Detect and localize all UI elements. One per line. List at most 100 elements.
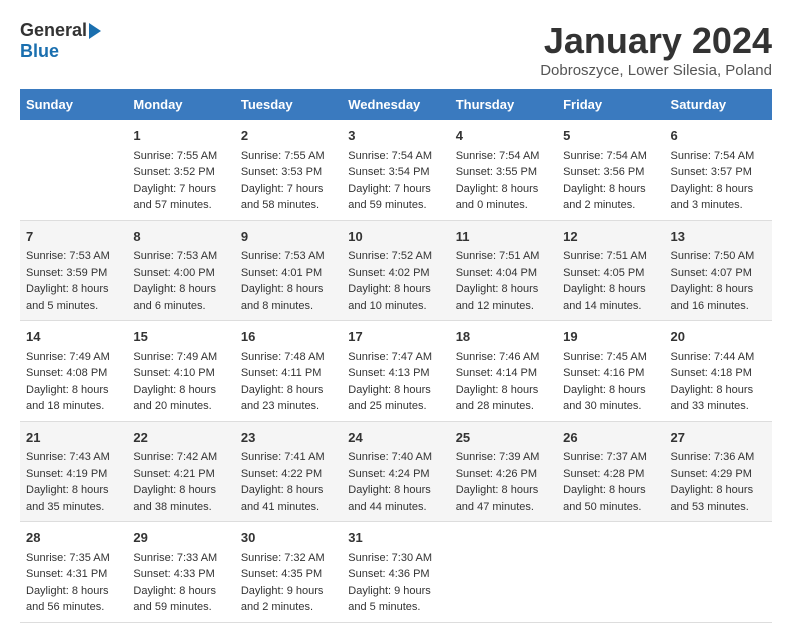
cell-info: Sunset: 4:16 PM <box>563 365 658 382</box>
cell-info: Daylight: 8 hours <box>456 482 551 499</box>
cell-info: Sunset: 4:24 PM <box>348 466 443 483</box>
cell-info: Daylight: 8 hours <box>671 181 766 198</box>
day-number: 10 <box>348 227 443 247</box>
cell-info: and 23 minutes. <box>241 398 336 415</box>
cell-info: Sunrise: 7:39 AM <box>456 449 551 466</box>
calendar-cell: 3Sunrise: 7:54 AMSunset: 3:54 PMDaylight… <box>342 120 449 220</box>
day-number: 18 <box>456 327 551 347</box>
cell-info: and 56 minutes. <box>26 599 121 616</box>
cell-info: Daylight: 8 hours <box>456 382 551 399</box>
cell-info: Sunrise: 7:36 AM <box>671 449 766 466</box>
cell-info: and 8 minutes. <box>241 298 336 315</box>
day-number: 30 <box>241 528 336 548</box>
day-number: 20 <box>671 327 766 347</box>
cell-info: Daylight: 8 hours <box>241 281 336 298</box>
calendar-cell: 2Sunrise: 7:55 AMSunset: 3:53 PMDaylight… <box>235 120 342 220</box>
day-number: 7 <box>26 227 121 247</box>
week-row-3: 14Sunrise: 7:49 AMSunset: 4:08 PMDayligh… <box>20 321 772 422</box>
cell-info: Daylight: 7 hours <box>133 181 228 198</box>
cell-info: Daylight: 8 hours <box>456 281 551 298</box>
cell-info: Sunrise: 7:54 AM <box>348 148 443 165</box>
header-friday: Friday <box>557 89 664 120</box>
header-tuesday: Tuesday <box>235 89 342 120</box>
logo-blue: Blue <box>20 41 59 62</box>
cell-info: Sunset: 3:52 PM <box>133 164 228 181</box>
calendar-cell: 1Sunrise: 7:55 AMSunset: 3:52 PMDaylight… <box>127 120 234 220</box>
week-row-5: 28Sunrise: 7:35 AMSunset: 4:31 PMDayligh… <box>20 522 772 623</box>
cell-info: and 44 minutes. <box>348 499 443 516</box>
day-number: 9 <box>241 227 336 247</box>
cell-info: Sunrise: 7:30 AM <box>348 550 443 567</box>
day-number: 16 <box>241 327 336 347</box>
day-number: 31 <box>348 528 443 548</box>
cell-info: Sunset: 4:19 PM <box>26 466 121 483</box>
cell-info: Sunset: 3:55 PM <box>456 164 551 181</box>
cell-info: Sunset: 4:10 PM <box>133 365 228 382</box>
page-header: General Blue January 2024 Dobroszyce, Lo… <box>20 20 772 79</box>
cell-info: Daylight: 8 hours <box>348 382 443 399</box>
day-number: 28 <box>26 528 121 548</box>
header-sunday: Sunday <box>20 89 127 120</box>
cell-info: Sunrise: 7:54 AM <box>456 148 551 165</box>
cell-info: and 5 minutes. <box>26 298 121 315</box>
cell-info: and 57 minutes. <box>133 197 228 214</box>
cell-info: and 58 minutes. <box>241 197 336 214</box>
calendar-cell: 24Sunrise: 7:40 AMSunset: 4:24 PMDayligh… <box>342 421 449 522</box>
day-number: 3 <box>348 126 443 146</box>
calendar-cell: 17Sunrise: 7:47 AMSunset: 4:13 PMDayligh… <box>342 321 449 422</box>
day-number: 14 <box>26 327 121 347</box>
cell-info: Daylight: 8 hours <box>456 181 551 198</box>
calendar-cell: 21Sunrise: 7:43 AMSunset: 4:19 PMDayligh… <box>20 421 127 522</box>
cell-info: Sunrise: 7:53 AM <box>133 248 228 265</box>
cell-info: Daylight: 8 hours <box>241 482 336 499</box>
cell-info: and 2 minutes. <box>563 197 658 214</box>
cell-info: and 35 minutes. <box>26 499 121 516</box>
cell-info: Sunset: 4:05 PM <box>563 265 658 282</box>
header-thursday: Thursday <box>450 89 557 120</box>
cell-info: Sunrise: 7:55 AM <box>133 148 228 165</box>
cell-info: Sunrise: 7:44 AM <box>671 349 766 366</box>
cell-info: and 18 minutes. <box>26 398 121 415</box>
calendar-cell: 31 Sunrise: 7:30 AMSunset: 4:36 PMDayligh… <box>342 522 449 623</box>
day-number: 23 <box>241 428 336 448</box>
cell-info: Sunset: 4:01 PM <box>241 265 336 282</box>
cell-info: Sunset: 4:07 PM <box>671 265 766 282</box>
cell-info: Daylight: 8 hours <box>133 482 228 499</box>
calendar-cell: 10Sunrise: 7:52 AMSunset: 4:02 PMDayligh… <box>342 220 449 321</box>
logo-arrow-icon <box>89 23 101 39</box>
cell-info: Sunset: 4:36 PM <box>348 566 443 583</box>
cell-info: Sunset: 3:59 PM <box>26 265 121 282</box>
cell-info: Sunrise: 7:54 AM <box>563 148 658 165</box>
cell-info: Sunset: 3:57 PM <box>671 164 766 181</box>
day-number: 5 <box>563 126 658 146</box>
calendar-cell: 14Sunrise: 7:49 AMSunset: 4:08 PMDayligh… <box>20 321 127 422</box>
cell-info: Sunrise: 7:55 AM <box>241 148 336 165</box>
cell-info: Daylight: 7 hours <box>241 181 336 198</box>
cell-info: Sunset: 4:22 PM <box>241 466 336 483</box>
cell-info: and 16 minutes. <box>671 298 766 315</box>
cell-info: Sunrise: 7:32 AM <box>241 550 336 567</box>
cell-info: and 33 minutes. <box>671 398 766 415</box>
day-number: 8 <box>133 227 228 247</box>
cell-info: Daylight: 9 hours <box>348 583 443 600</box>
location: Dobroszyce, Lower Silesia, Poland <box>540 62 772 79</box>
cell-info: Sunrise: 7:53 AM <box>241 248 336 265</box>
cell-info: and 28 minutes. <box>456 398 551 415</box>
calendar-cell: 25Sunrise: 7:39 AMSunset: 4:26 PMDayligh… <box>450 421 557 522</box>
calendar-cell: 26Sunrise: 7:37 AMSunset: 4:28 PMDayligh… <box>557 421 664 522</box>
cell-info: Sunrise: 7:35 AM <box>26 550 121 567</box>
cell-info: Sunset: 4:14 PM <box>456 365 551 382</box>
calendar-cell: 30Sunrise: 7:32 AMSunset: 4:35 PMDayligh… <box>235 522 342 623</box>
cell-info: and 25 minutes. <box>348 398 443 415</box>
calendar-cell: 19Sunrise: 7:45 AMSunset: 4:16 PMDayligh… <box>557 321 664 422</box>
day-number: 21 <box>26 428 121 448</box>
cell-info: Sunset: 3:56 PM <box>563 164 658 181</box>
cell-info: Sunset: 4:21 PM <box>133 466 228 483</box>
cell-info: Sunrise: 7:54 AM <box>671 148 766 165</box>
cell-info: and 0 minutes. <box>456 197 551 214</box>
calendar-cell: 5Sunrise: 7:54 AMSunset: 3:56 PMDaylight… <box>557 120 664 220</box>
calendar-cell: 7Sunrise: 7:53 AMSunset: 3:59 PMDaylight… <box>20 220 127 321</box>
cell-info: and 47 minutes. <box>456 499 551 516</box>
day-number: 15 <box>133 327 228 347</box>
day-number: 25 <box>456 428 551 448</box>
